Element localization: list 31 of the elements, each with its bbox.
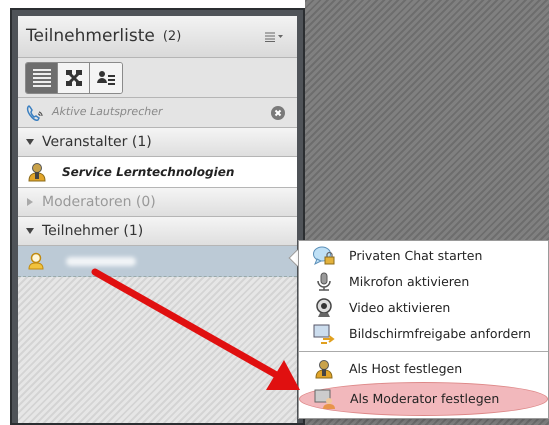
menu-item[interactable]: Privaten Chat starten — [299, 243, 548, 269]
caret-icon — [26, 227, 34, 235]
group-label: Moderatoren (0) — [42, 192, 156, 212]
close-icon[interactable] — [271, 106, 285, 120]
chat-lock-icon — [313, 246, 335, 266]
group-header[interactable]: Teilnehmer (1) — [18, 217, 297, 246]
view-button[interactable] — [90, 62, 122, 92]
screen-share-icon — [313, 324, 335, 344]
presenter-icon — [314, 389, 336, 409]
blurred-name — [66, 256, 136, 266]
panel-title: Teilnehmerliste — [26, 24, 155, 48]
caret-icon — [26, 198, 34, 206]
menu-icon[interactable] — [265, 32, 283, 42]
view-button[interactable] — [58, 62, 90, 92]
group-label: Teilnehmer (1) — [42, 222, 144, 240]
group-label: Veranstalter (1) — [42, 132, 152, 152]
person-icon — [28, 162, 46, 182]
menu-item[interactable]: Mikrofon aktivieren — [299, 269, 548, 295]
person-icon — [28, 252, 44, 270]
participant-row[interactable]: Service Lerntechnologien — [18, 157, 297, 188]
group-header[interactable]: Veranstalter (1) — [18, 128, 297, 157]
filter-label: Aktive Lautsprecher — [52, 104, 163, 120]
caret-icon — [26, 138, 34, 146]
menu-item[interactable]: Als Moderator festlegen — [299, 382, 548, 416]
participant-name: Service Lerntechnologien — [62, 164, 234, 181]
person-icon — [313, 359, 335, 379]
menu-item[interactable]: Bildschirmfreigabe anfordern — [299, 321, 548, 347]
menu-item[interactable]: Video aktivieren — [299, 295, 548, 321]
menu-item[interactable]: Als Host festlegen — [299, 356, 548, 382]
phone-icon — [26, 104, 44, 120]
participant-count: (2) — [162, 28, 182, 46]
